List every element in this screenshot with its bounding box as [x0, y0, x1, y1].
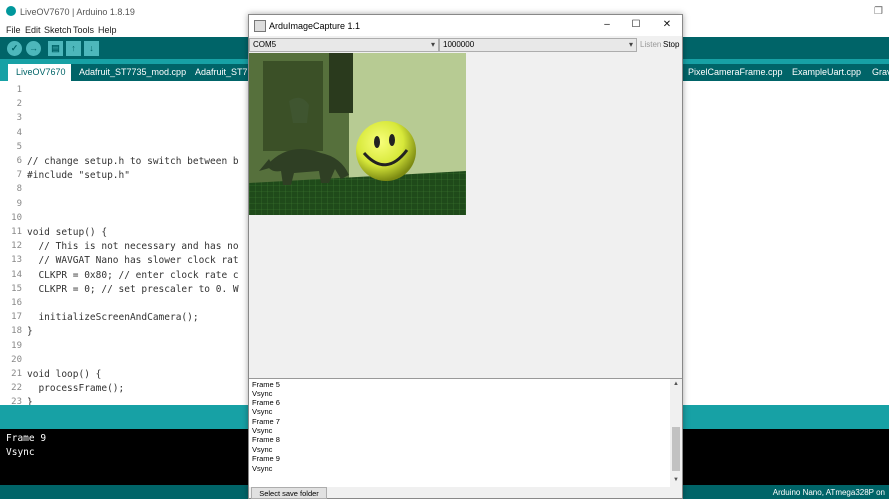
- port-value: COM5: [253, 40, 277, 49]
- line-number: 15: [11, 283, 22, 294]
- code-line: #include "setup.h": [27, 170, 130, 182]
- menu-sketch[interactable]: Sketch: [44, 25, 72, 35]
- capture-log[interactable]: Frame 5 Vsync Frame 6 Vsync Frame 7 Vsyn…: [249, 378, 682, 487]
- line-number: 16: [11, 298, 22, 308]
- code-line: processFrame();: [27, 383, 125, 395]
- chevron-down-icon: ▾: [628, 40, 633, 49]
- line-number: 6: [16, 156, 22, 166]
- log-line: Vsync: [252, 389, 273, 398]
- arduino-logo-icon: [6, 6, 16, 16]
- tab-liveov7670[interactable]: LiveOV7670: [8, 64, 74, 81]
- arduimagecapture-window: ArduImageCapture 1.1 – ☐ ✕ COM5 ▾ 100000…: [248, 14, 683, 499]
- board-label: Arduino Nano, ATmega328P on: [772, 488, 885, 497]
- line-number: 3: [16, 113, 22, 124]
- menu-help[interactable]: Help: [98, 25, 117, 35]
- listen-button[interactable]: Listen: [640, 40, 661, 49]
- menu-file[interactable]: File: [6, 25, 21, 35]
- log-line: Vsync: [252, 407, 273, 416]
- capture-title: ArduImageCapture 1.1: [269, 21, 361, 31]
- code-line: CLKPR = 0x80; // enter clock rate c: [27, 269, 239, 281]
- log-line: Frame 5: [252, 380, 280, 389]
- select-save-folder-button[interactable]: Select save folder: [251, 487, 327, 499]
- minimize-icon[interactable]: –: [599, 18, 615, 32]
- console-line: Vsync: [6, 447, 35, 458]
- line-number: 7: [16, 170, 22, 181]
- save-sketch-icon[interactable]: ↓: [84, 41, 99, 56]
- stop-button[interactable]: Stop: [663, 40, 679, 49]
- log-line: Frame 9: [252, 454, 280, 463]
- code-line: CLKPR = 0; // set prescaler to 0. W: [27, 283, 239, 295]
- log-line: Frame 7: [252, 417, 280, 426]
- line-number: 18: [11, 326, 22, 337]
- menu-tools[interactable]: Tools: [73, 25, 94, 35]
- log-line: Frame 8: [252, 435, 280, 444]
- code-line: // change setup.h to switch between b: [27, 156, 239, 167]
- ide-title: LiveOV7670 | Arduino 1.8.19: [20, 7, 135, 17]
- open-sketch-icon[interactable]: ↑: [66, 41, 81, 56]
- tab-pixel-camera-frame[interactable]: PixelCameraFrame.cpp: [680, 64, 791, 81]
- line-number-gutter: 1 2 3 4 5 6 7 8 9 10 11 12 13 14 15 16 17 18 19 20 21 22 23: [0, 81, 24, 407]
- line-number: 10: [11, 212, 22, 223]
- log-line: Frame 6: [252, 398, 280, 407]
- tab-adafruit-st7735-mod[interactable]: Adafruit_ST7735_mod.cpp: [71, 64, 195, 81]
- code-line: }: [27, 326, 33, 338]
- line-number: 14: [11, 269, 22, 280]
- scroll-down-icon[interactable]: ▼: [670, 477, 682, 483]
- camera-frame-image: [249, 53, 466, 215]
- menu-edit[interactable]: Edit: [25, 25, 41, 35]
- line-number: 20: [11, 354, 22, 365]
- code-line: // This is not necessary and has no: [27, 241, 239, 253]
- app-icon: [254, 20, 266, 32]
- close-icon[interactable]: ✕: [659, 18, 675, 32]
- maximize-icon[interactable]: ☐: [628, 18, 644, 32]
- log-scrollbar[interactable]: ▲ ▼: [670, 379, 682, 487]
- line-number: 1: [16, 85, 22, 95]
- line-number: 13: [11, 255, 22, 266]
- log-line: Vsync: [252, 445, 273, 454]
- code-line: void setup() {: [27, 227, 108, 238]
- new-sketch-icon[interactable]: ▤: [48, 41, 63, 56]
- capture-title-bar: ArduImageCapture 1.1 – ☐ ✕: [249, 15, 682, 36]
- line-number: 8: [16, 184, 22, 195]
- line-number: 11: [11, 227, 22, 237]
- line-number: 17: [11, 312, 22, 323]
- line-number: 12: [11, 241, 22, 252]
- code-line: initializeScreenAndCamera();: [27, 312, 199, 324]
- log-line: Vsync: [252, 464, 273, 473]
- baud-select[interactable]: 1000000 ▾: [439, 38, 637, 52]
- port-select[interactable]: COM5 ▾: [249, 38, 439, 52]
- log-line: Vsync: [252, 426, 273, 435]
- chevron-down-icon: ▾: [430, 40, 435, 49]
- line-number: 19: [11, 340, 22, 351]
- line-number: 5: [16, 141, 22, 152]
- line-number: 4: [16, 127, 22, 138]
- verify-icon[interactable]: ✓: [7, 41, 22, 56]
- line-number: 21: [11, 369, 22, 379]
- upload-icon[interactable]: →: [26, 41, 41, 56]
- tab-example-uart[interactable]: ExampleUart.cpp: [784, 64, 870, 81]
- scroll-thumb[interactable]: [672, 427, 680, 471]
- tab-grav[interactable]: Grav: [864, 64, 889, 81]
- line-number: 9: [16, 198, 22, 209]
- baud-value: 1000000: [443, 40, 475, 49]
- code-line: void loop() {: [27, 369, 102, 380]
- console-line: Frame 9: [6, 433, 47, 444]
- line-number: 2: [16, 99, 22, 110]
- line-number: 22: [11, 383, 22, 394]
- restore-icon[interactable]: ❐: [874, 6, 883, 17]
- scroll-up-icon[interactable]: ▲: [670, 381, 682, 387]
- code-line: // WAVGAT Nano has slower clock rat: [27, 255, 239, 267]
